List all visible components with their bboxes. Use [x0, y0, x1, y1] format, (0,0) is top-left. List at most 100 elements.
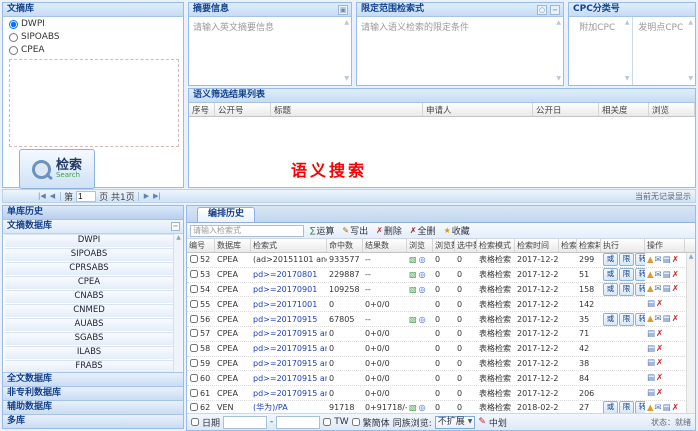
query-link[interactable]: pd>=20170915 and drug: [253, 389, 327, 398]
history-column-header[interactable]: 检索耗时..: [577, 239, 601, 252]
sidebar-item-dwpi[interactable]: DWPI: [5, 234, 173, 248]
analyze-icon[interactable]: ▲: [647, 315, 654, 324]
results-column-header[interactable]: 序号: [189, 103, 215, 116]
row-checkbox[interactable]: [190, 403, 198, 411]
radio-dwpi[interactable]: [9, 20, 18, 29]
date-to-input[interactable]: [276, 416, 320, 429]
row-checkbox[interactable]: [190, 300, 198, 308]
scroll-down-icon[interactable]: ▼: [625, 76, 630, 82]
trash-icon[interactable]: ✗: [656, 300, 663, 309]
sidebar-item-auabs[interactable]: AUABS: [5, 318, 173, 332]
row-checkbox[interactable]: [190, 285, 198, 293]
row-checkbox[interactable]: [190, 270, 198, 278]
scroll-up-icon[interactable]: ▲: [687, 253, 695, 261]
scroll-up-icon[interactable]: ▲: [688, 20, 693, 26]
exec-button[interactable]: 限: [619, 401, 634, 413]
report-icon[interactable]: ▤: [663, 315, 671, 324]
history-column-header[interactable]: 结果数: [363, 239, 407, 252]
highlight-pencil-icon[interactable]: ✎: [478, 417, 486, 427]
exec-button[interactable]: 或: [603, 283, 618, 296]
query-link[interactable]: pd>=20170915 and samsung: [253, 359, 327, 368]
scroll-down-icon[interactable]: ▼: [556, 76, 561, 82]
scroll-down-icon[interactable]: ▼: [344, 76, 349, 82]
pager-last-icon[interactable]: ▶|: [153, 192, 161, 200]
report-icon[interactable]: ▤: [647, 330, 655, 339]
browse-view-icon[interactable]: ◎: [419, 256, 426, 264]
browse-chart-icon[interactable]: ▧: [409, 404, 417, 412]
report-icon[interactable]: ▤: [647, 374, 655, 383]
exec-button[interactable]: 转: [635, 313, 645, 326]
query-link[interactable]: (华为)/PA: [253, 403, 288, 412]
tab-edit-history[interactable]: 编排历史: [197, 207, 255, 222]
scroll-up-icon[interactable]: ▲: [344, 20, 349, 26]
history-column-header[interactable]: 命中数: [327, 239, 363, 252]
scroll-up-icon[interactable]: ▲: [625, 20, 630, 26]
radio-cpea[interactable]: [9, 46, 18, 55]
trash-icon[interactable]: ✗: [656, 374, 663, 383]
sidebar-item-ilabs[interactable]: ILABS: [5, 346, 173, 360]
mail-icon[interactable]: ✉: [655, 315, 662, 324]
exec-button[interactable]: 转: [635, 253, 645, 266]
row-checkbox[interactable]: [190, 389, 198, 397]
toolbar-button-3[interactable]: ✗删除: [374, 224, 404, 237]
report-icon[interactable]: ▤: [647, 359, 655, 368]
mail-icon[interactable]: ✉: [655, 404, 662, 413]
exec-button[interactable]: 或: [603, 268, 618, 281]
sidebar-section-header[interactable]: 全文数据库: [3, 372, 183, 386]
history-column-header[interactable]: 数据库: [215, 239, 251, 252]
history-column-header[interactable]: 检索式: [251, 239, 327, 252]
history-column-header[interactable]: 浏览: [407, 239, 433, 252]
mail-icon[interactable]: ✉: [655, 256, 662, 265]
results-column-header[interactable]: 标题: [271, 103, 423, 116]
history-column-header[interactable]: 操作: [645, 239, 685, 252]
history-column-header[interactable]: 检索策略: [559, 239, 577, 252]
trash-icon[interactable]: ✗: [672, 315, 679, 324]
exec-button[interactable]: 或: [603, 313, 618, 326]
variant-checkbox[interactable]: [352, 418, 360, 426]
report-icon[interactable]: ▤: [647, 345, 655, 354]
abstract-info-textarea[interactable]: [189, 17, 351, 85]
analyze-icon[interactable]: ▲: [647, 271, 654, 280]
history-column-header[interactable]: 执行: [601, 239, 645, 252]
query-link[interactable]: (ad>20151101 and ad<20161..: [253, 255, 327, 264]
sidebar-item-sgabs[interactable]: SGABS: [5, 332, 173, 346]
browse-chart-icon[interactable]: ▧: [409, 256, 417, 264]
radio-cpea-row[interactable]: CPEA: [9, 44, 183, 56]
exec-button[interactable]: 转: [635, 268, 645, 281]
sidebar-scrollbar[interactable]: ▲: [173, 234, 183, 372]
trash-icon[interactable]: ✗: [656, 359, 663, 368]
row-checkbox[interactable]: [190, 359, 198, 367]
date-checkbox[interactable]: [191, 418, 199, 426]
browse-view-icon[interactable]: ◎: [419, 404, 426, 412]
exec-button[interactable]: 或: [603, 401, 618, 413]
browse-chart-icon[interactable]: ▧: [409, 316, 417, 324]
query-link[interactable]: pd>=20170915: [253, 315, 317, 324]
mail-icon[interactable]: ✉: [655, 285, 662, 294]
family-expand-dropdown[interactable]: 不扩展 ▼: [435, 416, 476, 429]
pager-prev-icon[interactable]: ◀: [50, 192, 55, 200]
toolbar-button-2[interactable]: ✎写出: [340, 224, 370, 237]
report-icon[interactable]: ▤: [647, 389, 655, 398]
query-link[interactable]: pd>=20170901: [253, 285, 317, 294]
results-column-header[interactable]: 申请人: [423, 103, 533, 116]
browse-chart-icon[interactable]: ▧: [409, 271, 417, 279]
results-column-header[interactable]: 相关度: [599, 103, 649, 116]
toolbar-button-4[interactable]: ✗全删: [408, 224, 438, 237]
exec-button[interactable]: 限: [619, 313, 634, 326]
trash-icon[interactable]: ✗: [672, 271, 679, 280]
sidebar-section-header[interactable]: 非专利数据库: [3, 386, 183, 400]
analyze-icon[interactable]: ▲: [647, 404, 654, 413]
sidebar-section-header[interactable]: 辅助数据库: [3, 400, 183, 414]
radio-sipoabs[interactable]: [9, 33, 18, 42]
pager-first-icon[interactable]: |◀: [38, 192, 46, 200]
sidebar-section-abstract-db[interactable]: 文摘数据库 −: [3, 220, 183, 234]
trash-icon[interactable]: ✗: [656, 389, 663, 398]
results-column-header[interactable]: 浏览: [649, 103, 695, 116]
trash-icon[interactable]: ✗: [672, 285, 679, 294]
results-column-header[interactable]: 公开号: [215, 103, 271, 116]
settings-icon[interactable]: ○: [537, 5, 547, 15]
radio-sipoabs-row[interactable]: SIPOABS: [9, 31, 183, 43]
browse-view-icon[interactable]: ◎: [419, 271, 426, 279]
exec-button[interactable]: 限: [619, 283, 634, 296]
analyze-icon[interactable]: ▲: [647, 256, 654, 265]
